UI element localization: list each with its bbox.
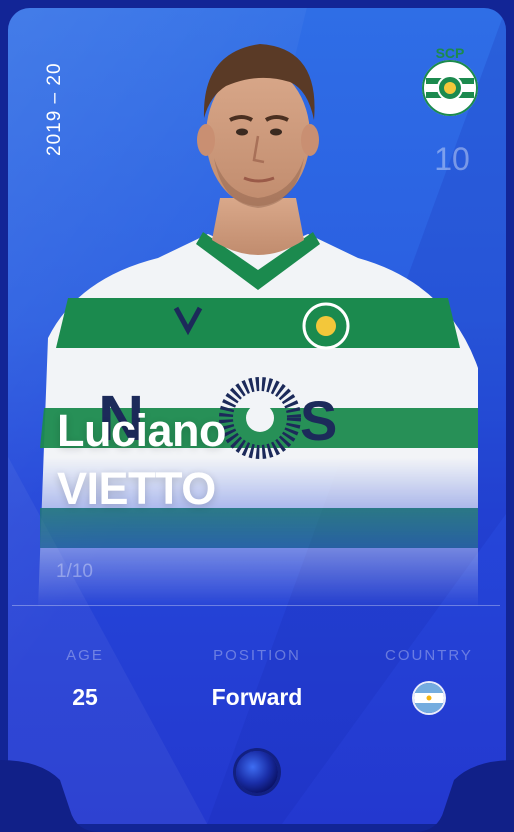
rarity-gem-icon xyxy=(236,751,278,793)
sporting-cp-crest-icon: SCP xyxy=(422,45,478,116)
player-last-name: VIETTO xyxy=(57,463,216,514)
player-first-name: Luciano xyxy=(57,405,227,456)
jersey-number: 10 xyxy=(434,141,470,177)
position-value: Forward xyxy=(211,684,303,710)
age-value: 25 xyxy=(72,684,98,710)
serial-number: 1/10 xyxy=(56,561,93,582)
svg-text:SCP: SCP xyxy=(436,45,465,61)
argentina-flag-icon xyxy=(414,683,444,713)
country-label: COUNTRY xyxy=(385,647,473,664)
age-label: AGE xyxy=(66,647,104,664)
stats-divider xyxy=(12,605,500,606)
season-label: 2019 – 20 xyxy=(44,62,65,156)
position-label: POSITION xyxy=(213,647,301,664)
svg-text:S: S xyxy=(300,389,337,452)
